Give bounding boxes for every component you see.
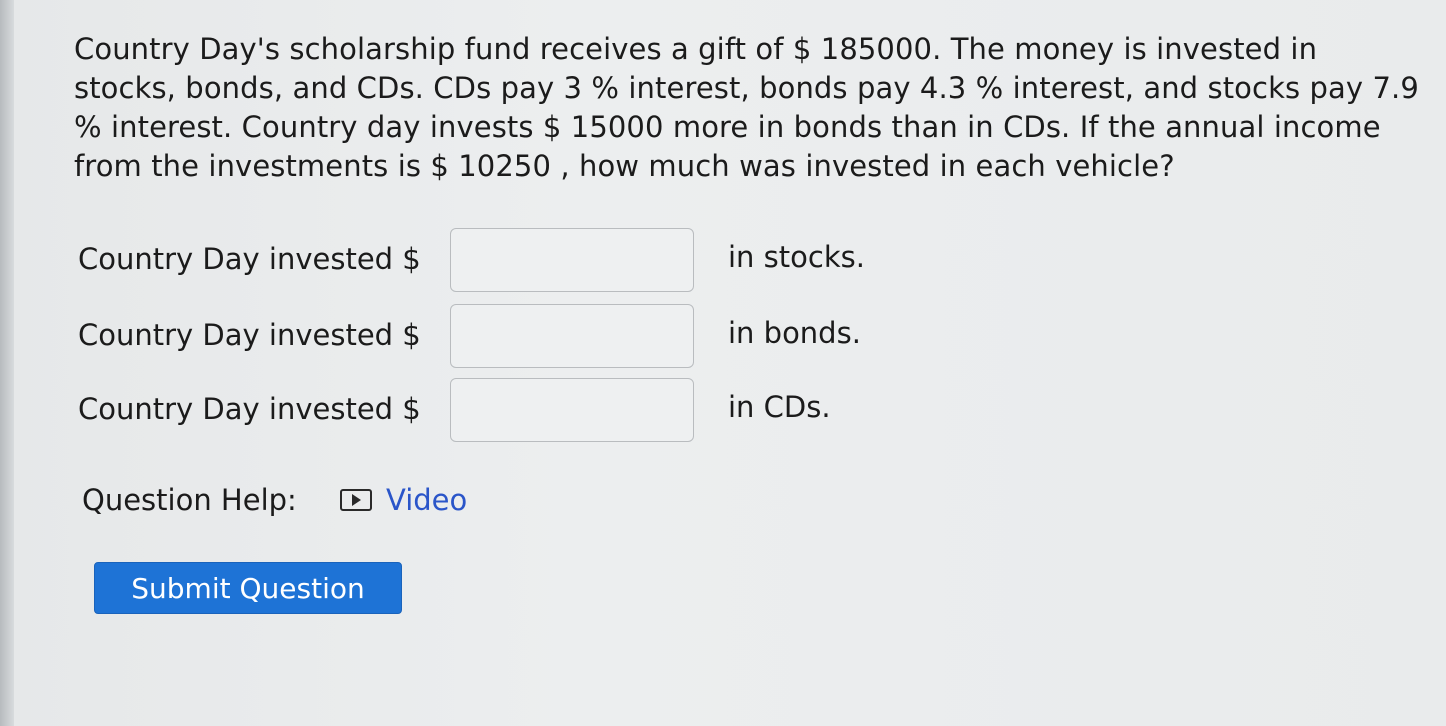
screen: Country Day's scholarship fund receives … [0,0,1446,726]
cds-amount-input[interactable] [450,378,694,442]
answer-prefix-stocks: Country Day invested $ [78,242,421,276]
monitor-bezel [0,0,14,726]
video-link-label: Video [386,483,468,517]
answer-row-bonds: Country Day invested $ in bonds. [78,304,978,372]
answer-row-stocks: Country Day invested $ in stocks. [78,228,978,296]
answer-row-cds: Country Day invested $ in CDs. [78,378,978,446]
answer-prefix-cds: Country Day invested $ [78,392,421,426]
answer-prefix-bonds: Country Day invested $ [78,318,421,352]
stocks-amount-input[interactable] [450,228,694,292]
question-text: Country Day's scholarship fund receives … [74,32,1419,183]
question-help: Question Help: Video [82,480,682,520]
answer-suffix-bonds: in bonds. [728,316,861,350]
answer-suffix-cds: in CDs. [728,390,831,424]
video-icon [340,489,372,511]
bonds-amount-input[interactable] [450,304,694,368]
answer-suffix-stocks: in stocks. [728,240,865,274]
question-help-label: Question Help: [82,483,297,517]
video-help-link[interactable]: Video [340,480,467,520]
submit-question-button[interactable]: Submit Question [94,562,402,614]
